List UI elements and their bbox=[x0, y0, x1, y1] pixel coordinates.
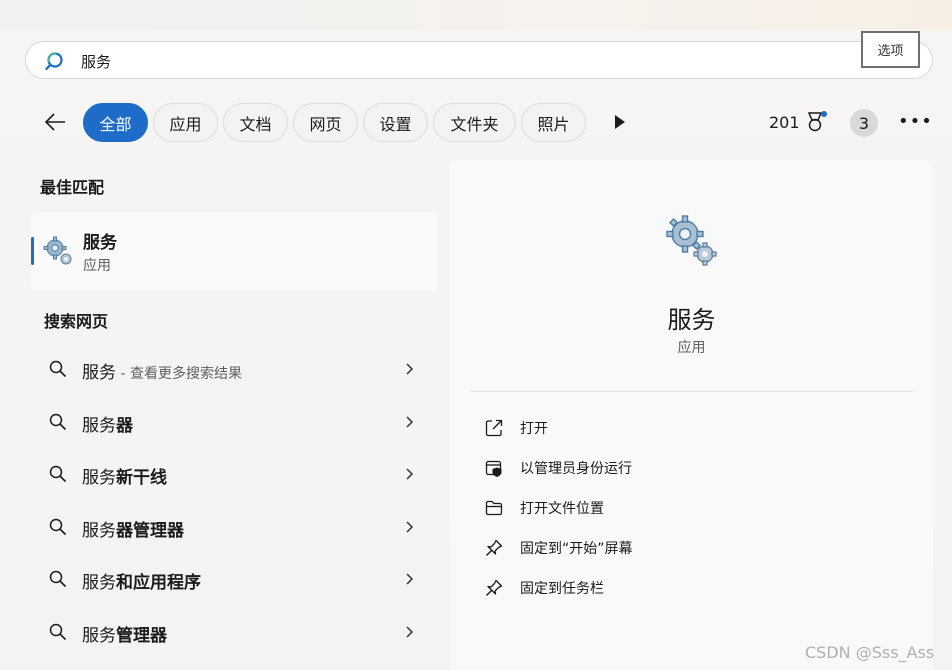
detail-app-name: 服务 bbox=[667, 306, 716, 334]
filter-photos[interactable]: 照片 bbox=[521, 103, 586, 142]
web-result-text: 服务器 bbox=[82, 416, 133, 436]
chevron-right-icon bbox=[406, 468, 414, 480]
web-result-text: 服务管理器 bbox=[82, 626, 167, 646]
filter-documents[interactable]: 文档 bbox=[223, 103, 288, 142]
pin-icon bbox=[486, 539, 503, 556]
pin-icon bbox=[486, 579, 503, 596]
web-result-row[interactable]: 服务器 bbox=[31, 400, 437, 444]
magnifier-icon bbox=[49, 570, 67, 588]
chevron-right-icon bbox=[406, 416, 414, 428]
chevron-right-icon bbox=[406, 521, 414, 533]
search-box[interactable]: 服务 bbox=[25, 41, 933, 79]
web-result-text: 服务新干线 bbox=[82, 468, 167, 488]
profile-count-badge[interactable]: 3 bbox=[850, 109, 878, 137]
rewards-points: 201 bbox=[769, 113, 800, 132]
action-open[interactable]: 打开 bbox=[481, 412, 881, 442]
search-icon bbox=[45, 52, 63, 70]
services-gear-icon bbox=[666, 215, 717, 266]
services-gear-icon bbox=[43, 236, 72, 265]
more-options-icon[interactable]: ••• bbox=[898, 112, 932, 132]
filter-all[interactable]: 全部 bbox=[83, 103, 148, 142]
filter-apps[interactable]: 应用 bbox=[153, 103, 218, 142]
options-button[interactable]: 选项 bbox=[861, 31, 920, 68]
magnifier-icon bbox=[49, 518, 67, 536]
search-input[interactable]: 服务 bbox=[81, 51, 111, 72]
web-result-row[interactable]: 服务器管理器 bbox=[31, 505, 437, 549]
detail-app-type: 应用 bbox=[677, 340, 706, 356]
best-match-heading: 最佳匹配 bbox=[40, 178, 105, 197]
magnifier-icon bbox=[49, 413, 67, 431]
best-match-name: 服务 bbox=[83, 233, 117, 253]
web-search-heading: 搜索网页 bbox=[44, 312, 109, 331]
window-top-edge bbox=[0, 0, 952, 30]
divider bbox=[470, 391, 913, 392]
action-label: 打开 bbox=[520, 421, 548, 437]
web-result-text: 服务和应用程序 bbox=[82, 573, 201, 593]
web-result-text: 服务 - 查看更多搜索结果 bbox=[82, 363, 242, 383]
filter-web[interactable]: 网页 bbox=[293, 103, 358, 142]
web-result-row[interactable]: 服务 - 查看更多搜索结果 bbox=[31, 347, 437, 391]
web-result-row[interactable]: 服务管理器 bbox=[31, 610, 437, 654]
selection-indicator bbox=[31, 237, 34, 265]
action-run-as-admin[interactable]: 以管理员身份运行 bbox=[481, 452, 881, 482]
filter-folders[interactable]: 文件夹 bbox=[433, 103, 516, 142]
web-result-row[interactable]: 服务新干线 bbox=[31, 452, 437, 496]
web-result-text: 服务器管理器 bbox=[82, 521, 184, 541]
watermark-text: CSDN @Sss_Ass bbox=[805, 643, 935, 662]
magnifier-icon bbox=[49, 360, 67, 378]
action-label: 打开文件位置 bbox=[520, 501, 604, 517]
action-pin-to-start[interactable]: 固定到“开始”屏幕 bbox=[481, 532, 881, 562]
action-label: 固定到任务栏 bbox=[520, 581, 604, 597]
best-match-type: 应用 bbox=[83, 258, 111, 274]
action-label: 固定到“开始”屏幕 bbox=[520, 541, 633, 557]
shield-admin-icon bbox=[485, 460, 502, 477]
magnifier-icon bbox=[49, 623, 67, 641]
chevron-right-icon bbox=[406, 626, 414, 638]
filter-settings[interactable]: 设置 bbox=[363, 103, 428, 142]
best-match-item[interactable]: 服务 应用 bbox=[31, 213, 437, 290]
back-arrow-icon[interactable] bbox=[43, 110, 67, 134]
chevron-right-icon bbox=[406, 363, 414, 375]
web-result-row[interactable]: 服务和应用程序 bbox=[31, 557, 437, 601]
action-pin-to-taskbar[interactable]: 固定到任务栏 bbox=[481, 572, 881, 602]
rewards-medal-icon[interactable] bbox=[806, 110, 828, 134]
action-label: 以管理员身份运行 bbox=[520, 461, 632, 477]
detail-panel: 服务 应用 打开 以管理员身份运行 打开文件位置 固定到“开始”屏幕 固定到任务… bbox=[450, 160, 933, 670]
open-external-icon bbox=[485, 419, 503, 437]
more-filters-play-icon[interactable] bbox=[613, 113, 627, 131]
folder-icon bbox=[485, 500, 503, 516]
chevron-right-icon bbox=[406, 573, 414, 585]
action-open-file-location[interactable]: 打开文件位置 bbox=[481, 492, 881, 522]
magnifier-icon bbox=[49, 465, 67, 483]
